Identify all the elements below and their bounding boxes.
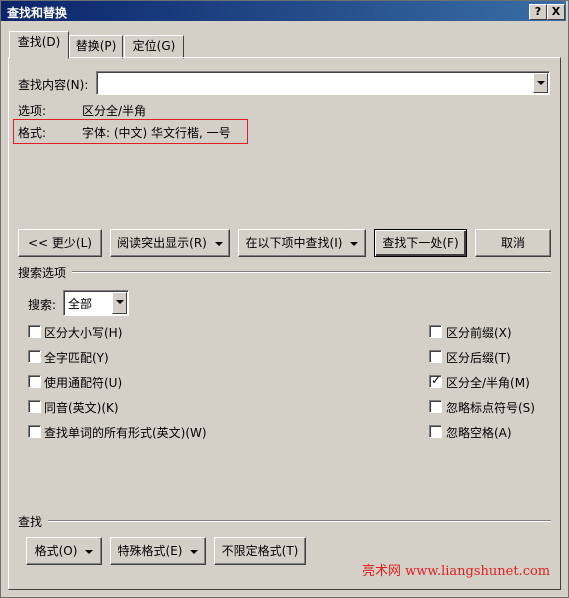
- whole-word-checkbox[interactable]: [28, 350, 41, 363]
- help-button[interactable]: ?: [529, 4, 547, 20]
- chevron-down-icon[interactable]: [112, 292, 127, 314]
- all-word-forms-checkbox[interactable]: [28, 425, 41, 438]
- search-direction-label: 搜索:: [28, 298, 57, 312]
- match-width-label[interactable]: 区分全/半角(M): [446, 374, 530, 391]
- ignore-spaces-checkbox[interactable]: [429, 425, 442, 438]
- wildcards-label[interactable]: 使用通配符(U): [44, 374, 122, 391]
- group-divider: [72, 271, 551, 273]
- search-direction-value: 全部: [68, 297, 93, 311]
- find-in-label: 在以下项中查找(I): [245, 236, 343, 250]
- tab-goto[interactable]: 定位(G): [124, 35, 184, 59]
- group-divider: [48, 520, 551, 522]
- title-bar[interactable]: 查找和替换 ? X: [1, 1, 566, 21]
- search-direction-select[interactable]: 全部: [63, 290, 129, 316]
- chevron-down-icon[interactable]: [533, 73, 548, 93]
- match-suffix-checkbox[interactable]: [429, 350, 442, 363]
- match-case-checkbox[interactable]: [28, 325, 41, 338]
- dropdown-arrow-icon: [350, 241, 359, 246]
- ignore-punctuation-label[interactable]: 忽略标点符号(S): [446, 399, 535, 416]
- match-prefix-checkbox[interactable]: [429, 325, 442, 338]
- less-button[interactable]: << 更少(L): [18, 229, 102, 257]
- tab-replace[interactable]: 替换(P): [69, 35, 123, 59]
- search-options-heading: 搜索选项: [18, 266, 67, 280]
- checkmark-icon: ✓: [431, 373, 442, 387]
- reading-highlight-label: 阅读突出显示(R): [117, 236, 207, 250]
- wildcards-checkbox[interactable]: [28, 375, 41, 388]
- special-button-label: 特殊格式(E): [117, 544, 183, 558]
- tab-find[interactable]: 查找(D): [9, 31, 69, 59]
- sounds-like-checkbox[interactable]: [28, 400, 41, 413]
- watermark-text: 亮术网 www.liangshunet.com: [362, 564, 551, 579]
- special-button[interactable]: 特殊格式(E): [110, 537, 206, 565]
- find-next-button[interactable]: 查找下一处(F): [374, 229, 467, 257]
- no-formatting-button[interactable]: 不限定格式(T): [214, 537, 306, 565]
- dropdown-arrow-icon: [85, 549, 94, 554]
- ignore-spaces-label[interactable]: 忽略空格(A): [446, 424, 512, 441]
- match-case-label[interactable]: 区分大小写(H): [44, 324, 122, 341]
- match-suffix-label[interactable]: 区分后缀(T): [446, 349, 511, 366]
- sounds-like-label[interactable]: 同音(英文)(K): [44, 399, 119, 416]
- match-width-checkbox[interactable]: ✓: [429, 373, 442, 388]
- format-button-label: 格式(O): [34, 544, 78, 558]
- highlight-box: [13, 119, 248, 144]
- dropdown-arrow-icon: [190, 549, 199, 554]
- format-button[interactable]: 格式(O): [26, 537, 102, 565]
- options-label: 选项:: [18, 104, 47, 118]
- all-word-forms-label[interactable]: 查找单词的所有形式(英文)(W): [44, 424, 207, 441]
- find-in-button[interactable]: 在以下项中查找(I): [238, 229, 366, 257]
- window-title: 查找和替换: [7, 6, 68, 20]
- ignore-punctuation-checkbox[interactable]: [429, 400, 442, 413]
- dropdown-arrow-icon: [214, 241, 223, 246]
- find-group-heading: 查找: [18, 515, 43, 529]
- match-prefix-label[interactable]: 区分前缀(X): [446, 324, 512, 341]
- close-button[interactable]: X: [547, 4, 565, 20]
- options-value: 区分全/半角: [82, 104, 147, 118]
- reading-highlight-button[interactable]: 阅读突出显示(R): [110, 229, 230, 257]
- find-what-input[interactable]: [96, 71, 550, 95]
- find-what-label: 查找内容(N):: [18, 78, 89, 92]
- cancel-button[interactable]: 取消: [475, 229, 551, 257]
- whole-word-label[interactable]: 全字匹配(Y): [44, 349, 109, 366]
